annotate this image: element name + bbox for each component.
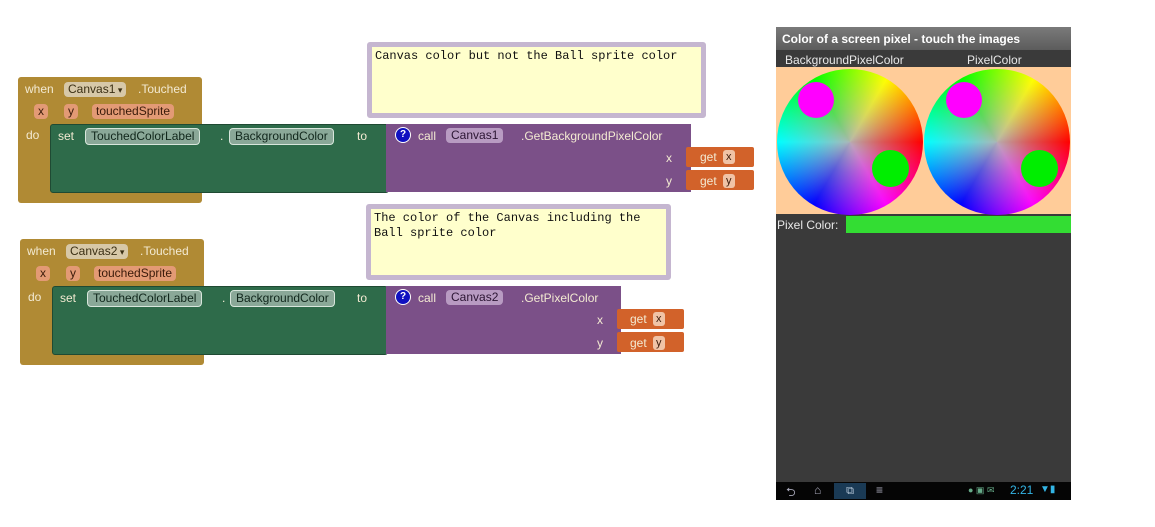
call-component-dropdown[interactable]: Canvas2 [446, 290, 504, 305]
get-keyword: get [700, 174, 717, 188]
get-keyword: get [700, 150, 717, 164]
param-x[interactable]: x [34, 104, 48, 119]
arg-y-label: y [666, 174, 672, 188]
arg-x-label: x [597, 313, 603, 327]
comment-bubble[interactable]: Canvas color but not the Ball sprite col… [367, 42, 706, 118]
clock: 2:21 [1010, 483, 1034, 497]
property-dropdown[interactable]: BackgroundColor [230, 290, 335, 307]
phone-screen: Color of a screen pixel - touch the imag… [776, 27, 1071, 500]
comment-text: The color of the Canvas including the Ba… [374, 211, 641, 240]
status-icons: ● ▣ ✉ [968, 485, 995, 495]
recent-apps-icon[interactable]: ⧉ [834, 483, 866, 499]
to-keyword: to [357, 129, 368, 143]
setter-component-dropdown[interactable]: TouchedColorLabel [85, 128, 201, 145]
arg-x-label: x [666, 151, 672, 165]
ball-sprite-magenta[interactable] [946, 82, 982, 118]
set-keyword: set [58, 129, 75, 143]
call-keyword: call [418, 291, 437, 305]
get-x-block[interactable] [617, 309, 684, 329]
param-x[interactable]: x [36, 266, 50, 281]
param-touchedsprite[interactable]: touchedSprite [92, 104, 175, 119]
ball-sprite-green[interactable] [1021, 150, 1058, 187]
event-name: .Touched [138, 82, 187, 96]
call-component-dropdown[interactable]: Canvas1 [446, 128, 504, 143]
ball-sprite-magenta[interactable] [798, 82, 834, 118]
get-keyword: get [630, 312, 647, 326]
back-icon[interactable]: ⮌ [786, 483, 796, 500]
event-name: .Touched [140, 244, 189, 258]
method-name: .GetBackgroundPixelColor [521, 129, 663, 143]
param-y[interactable]: y [66, 266, 80, 281]
component-dropdown[interactable]: Canvas2 [66, 244, 129, 259]
home-icon[interactable]: ⌂ [814, 483, 821, 497]
canvas2-label: PixelColor [967, 53, 1022, 67]
param-touchedsprite[interactable]: touchedSprite [94, 266, 177, 281]
property-dropdown[interactable]: BackgroundColor [229, 128, 334, 145]
pixel-color-label: Pixel Color: [777, 218, 839, 232]
component-dropdown[interactable]: Canvas1 [64, 82, 127, 97]
get-x-dropdown[interactable]: x [723, 150, 735, 164]
get-keyword: get [630, 336, 647, 350]
get-y-block[interactable] [617, 332, 684, 352]
ball-sprite-green[interactable] [872, 150, 909, 187]
canvas2[interactable] [924, 69, 1070, 215]
get-x-block[interactable] [686, 147, 754, 167]
comment-bubble[interactable]: The color of the Canvas including the Ba… [366, 204, 671, 280]
pixel-color-swatch [846, 216, 1071, 233]
comment-help-icon[interactable]: ? [395, 127, 411, 143]
set-keyword: set [60, 291, 77, 305]
do-keyword: do [26, 128, 40, 142]
comment-text: Canvas color but not the Ball sprite col… [375, 49, 678, 63]
dot: . [220, 129, 224, 143]
app-title: Color of a screen pixel - touch the imag… [782, 32, 1021, 46]
get-y-dropdown[interactable]: y [653, 336, 665, 350]
dot: . [222, 291, 226, 305]
when-keyword: when [27, 244, 56, 258]
canvas1-label: BackgroundPixelColor [785, 53, 904, 67]
comment-help-icon[interactable]: ? [395, 289, 411, 305]
canvas1[interactable] [777, 69, 923, 215]
wifi-battery-icon: ▼▮ [1040, 484, 1056, 495]
get-y-block[interactable] [686, 170, 754, 190]
to-keyword: to [357, 291, 368, 305]
method-name: .GetPixelColor [521, 291, 599, 305]
when-keyword: when [25, 82, 54, 96]
get-x-dropdown[interactable]: x [653, 312, 665, 326]
do-keyword: do [28, 290, 42, 304]
menu-icon[interactable]: ≡ [876, 483, 883, 497]
param-y[interactable]: y [64, 104, 78, 119]
get-y-dropdown[interactable]: y [723, 174, 735, 188]
call-keyword: call [418, 129, 437, 143]
setter-component-dropdown[interactable]: TouchedColorLabel [87, 290, 203, 307]
arg-y-label: y [597, 336, 603, 350]
